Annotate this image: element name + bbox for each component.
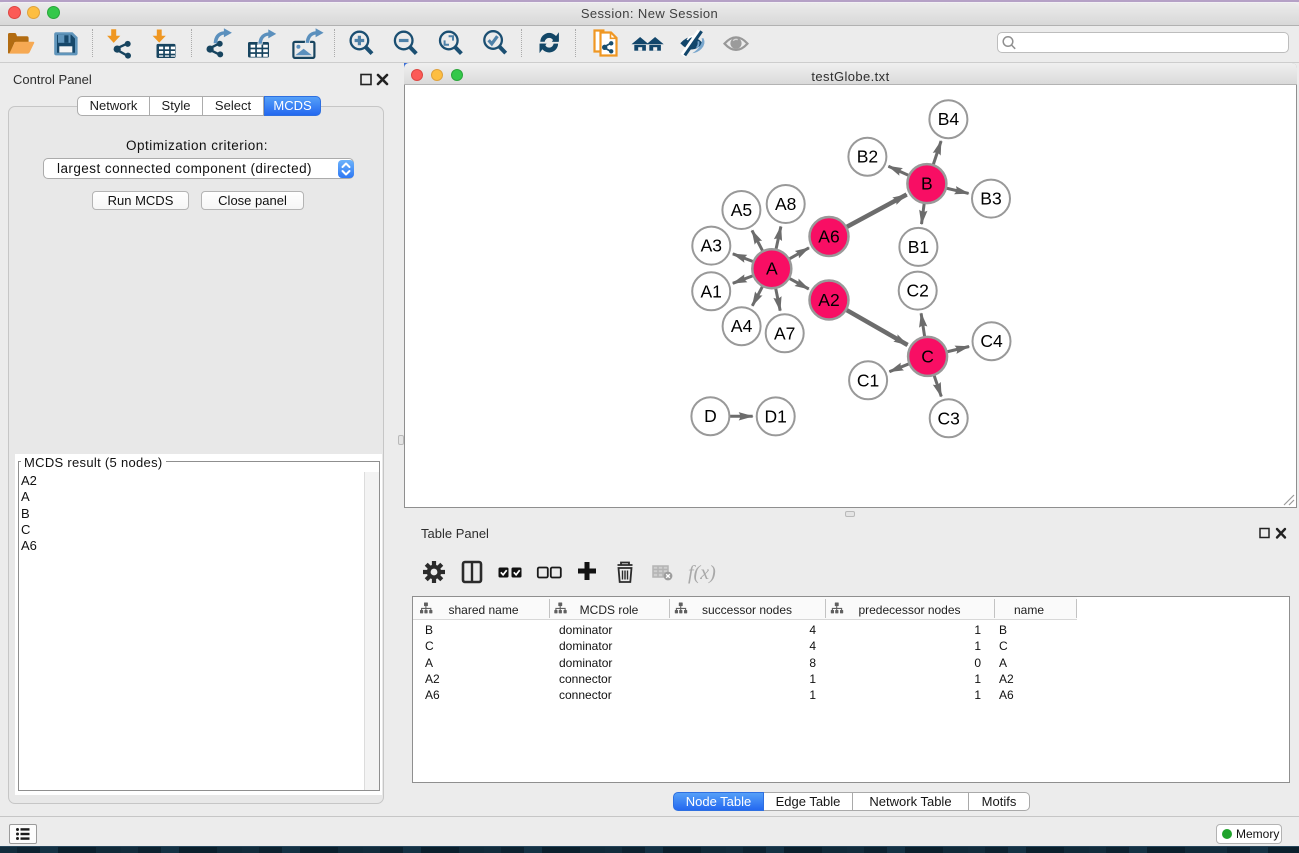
svg-text:C1: C1: [857, 370, 879, 390]
svg-text:C3: C3: [938, 408, 960, 428]
svg-text:A5: A5: [731, 200, 752, 220]
svg-text:B4: B4: [938, 109, 960, 129]
svg-text:A3: A3: [701, 236, 722, 256]
svg-text:A8: A8: [775, 194, 796, 214]
svg-text:C2: C2: [907, 281, 929, 301]
svg-text:A7: A7: [774, 323, 795, 343]
svg-text:B2: B2: [857, 147, 878, 167]
svg-text:D: D: [704, 406, 717, 426]
svg-text:D1: D1: [765, 406, 787, 426]
svg-text:Memory: Memory: [1236, 827, 1279, 841]
svg-text:B1: B1: [908, 237, 929, 257]
svg-text:A4: A4: [731, 316, 753, 336]
svg-text:B: B: [921, 174, 933, 194]
svg-text:C4: C4: [980, 331, 1003, 351]
svg-text:A1: A1: [700, 281, 721, 301]
svg-text:f(x): f(x): [688, 562, 716, 584]
svg-text:B3: B3: [980, 189, 1001, 209]
svg-text:A2: A2: [818, 290, 839, 310]
svg-text:C: C: [921, 346, 934, 366]
svg-text:A6: A6: [818, 227, 839, 247]
svg-text:A: A: [766, 259, 778, 279]
